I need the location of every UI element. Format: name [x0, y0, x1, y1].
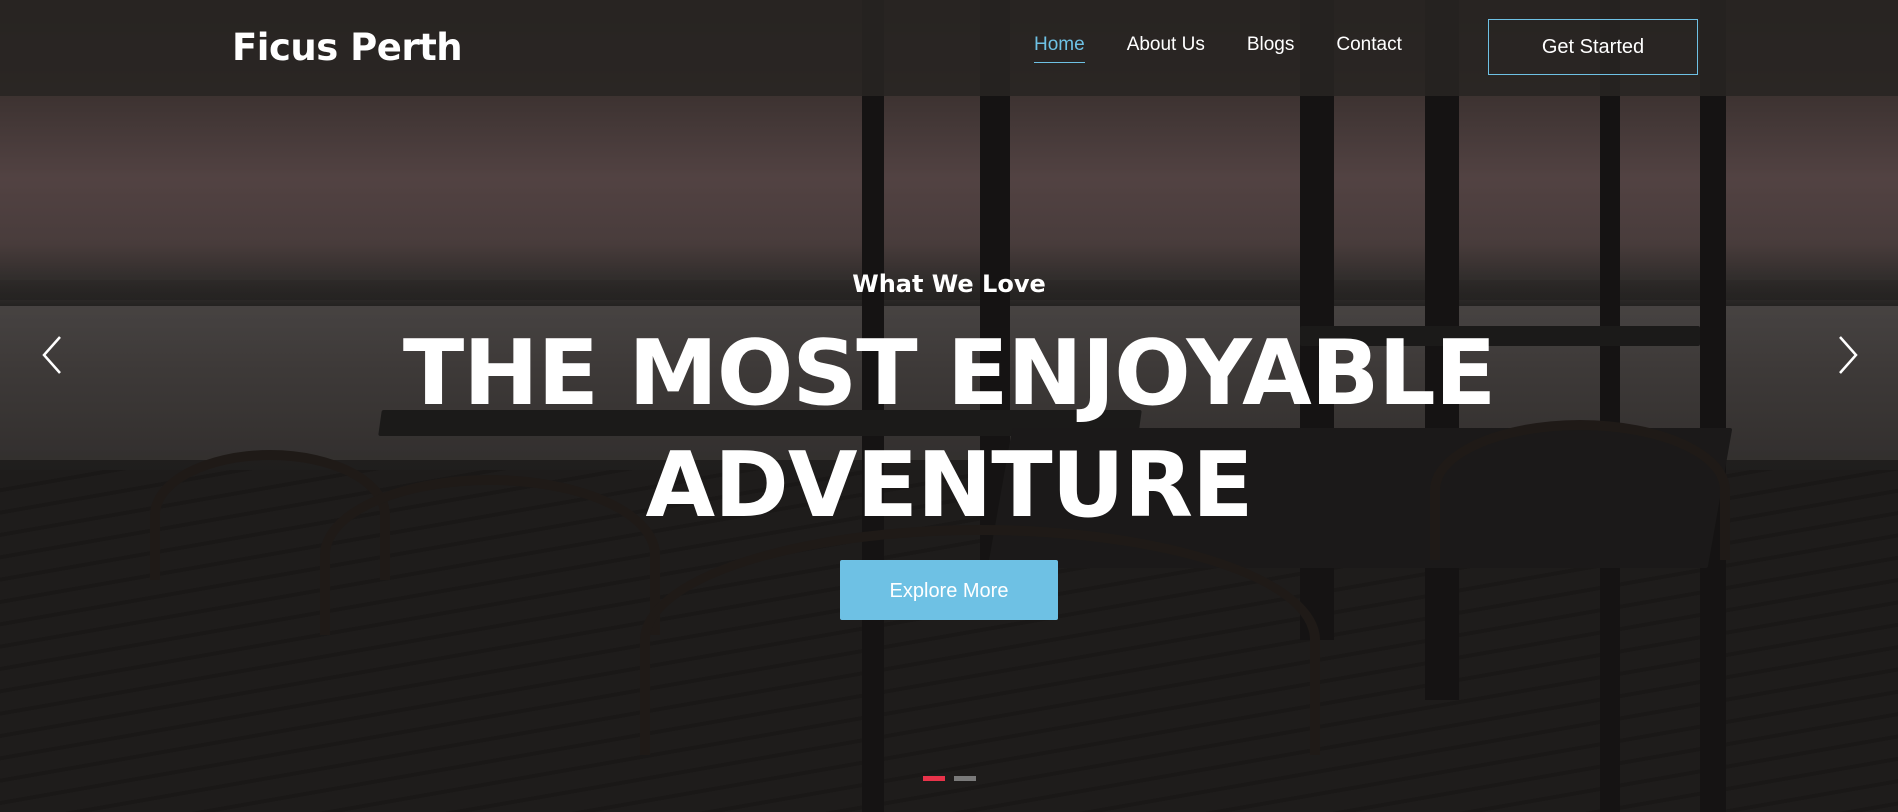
- site-logo[interactable]: Ficus Perth: [232, 26, 463, 69]
- explore-more-button[interactable]: Explore More: [840, 560, 1058, 620]
- hero-headline: THE MOST ENJOYABLE ADVENTURE: [0, 318, 1898, 542]
- slide-dot-1[interactable]: [923, 776, 945, 781]
- nav-about-link[interactable]: About Us: [1127, 34, 1205, 63]
- hero-eyebrow: What We Love: [852, 270, 1046, 298]
- nav-home-link[interactable]: Home: [1034, 34, 1085, 63]
- hero-headline-line-2: ADVENTURE: [645, 433, 1253, 538]
- hero-content: What We Love THE MOST ENJOYABLE ADVENTUR…: [0, 270, 1898, 620]
- main-nav: Home About Us Blogs Contact: [1034, 34, 1402, 63]
- site-header: Ficus Perth Home About Us Blogs Contact …: [0, 0, 1898, 96]
- hero-headline-line-1: THE MOST ENJOYABLE: [402, 321, 1496, 426]
- hero-slider: Ficus Perth Home About Us Blogs Contact …: [0, 0, 1898, 812]
- slide-dot-2[interactable]: [954, 776, 976, 781]
- get-started-button[interactable]: Get Started: [1488, 19, 1698, 75]
- slider-pagination: [923, 776, 976, 781]
- nav-contact-link[interactable]: Contact: [1336, 34, 1401, 63]
- nav-blogs-link[interactable]: Blogs: [1247, 34, 1295, 63]
